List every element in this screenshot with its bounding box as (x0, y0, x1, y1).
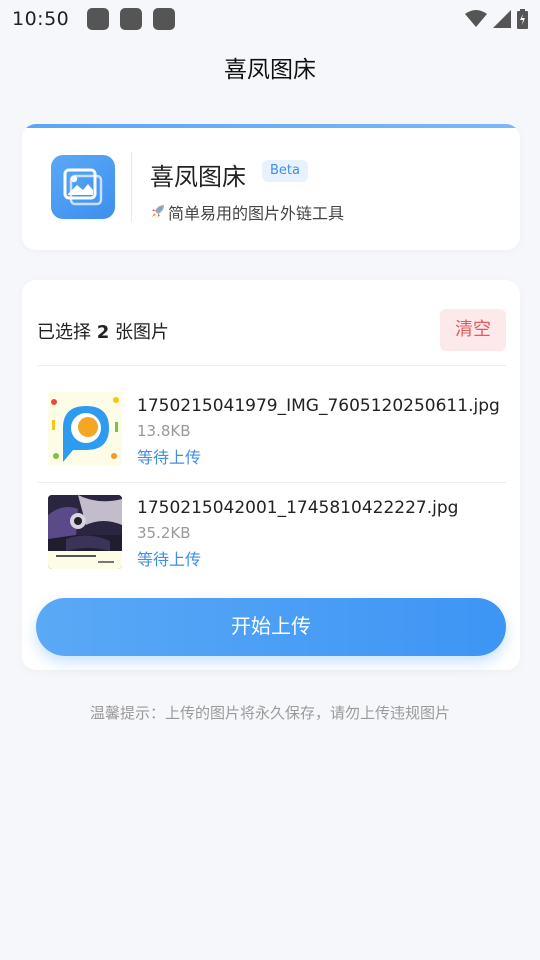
tagline-text: 简单易用的图片外链工具 (168, 204, 345, 223)
file-name: 1750215041979_IMG_7605120250611.jpg (137, 396, 500, 416)
p-logo-icon (48, 392, 122, 466)
selected-count-label: 已选择 2 张图片 (37, 322, 169, 343)
list-item[interactable]: 1750215041979_IMG_7605120250611.jpg 13.8… (37, 380, 506, 480)
file-status: 等待上传 (137, 550, 202, 569)
file-size: 13.8KB (137, 422, 191, 440)
accent-line (22, 124, 520, 128)
notification-icon (87, 8, 110, 30)
file-name: 1750215042001_1745810422227.jpg (137, 498, 459, 518)
notification-icon (120, 8, 143, 30)
divider (37, 365, 506, 366)
battery-icon (517, 9, 528, 29)
rocket-icon (150, 203, 166, 223)
system-status-icons (465, 9, 528, 29)
status-time: 10:50 (12, 8, 70, 30)
page-title: 喜凤图床 (224, 57, 316, 83)
clear-button[interactable]: 清空 (440, 309, 506, 351)
signal-icon (493, 10, 511, 28)
notification-icon (153, 8, 176, 30)
tip-text: 温馨提示：上传的图片将永久保存，请勿上传违规图片 (89, 704, 450, 722)
brand-name: 喜凤图床 (150, 163, 246, 191)
status-bar: 10:50 (0, 0, 540, 38)
app-logo (51, 155, 115, 219)
wifi-icon (465, 10, 487, 27)
file-size: 35.2KB (137, 524, 191, 542)
start-upload-button[interactable]: 开始上传 (36, 598, 506, 656)
image-icon (63, 168, 103, 206)
file-status: 等待上传 (137, 448, 202, 467)
list-item[interactable]: 1750215042001_1745810422227.jpg 35.2KB 等… (37, 482, 506, 582)
selected-count: 2 (96, 322, 110, 343)
beta-badge: Beta (262, 160, 308, 182)
brand-card: 喜凤图床 Beta 简单易用的图片外链工具 (22, 124, 520, 250)
brand-tagline: 简单易用的图片外链工具 (150, 200, 344, 224)
photo-thumbnail (48, 495, 122, 569)
divider (131, 152, 132, 222)
upload-list-card: 已选择 2 张图片 清空 1750215041979_IMG_760512025… (22, 280, 520, 670)
